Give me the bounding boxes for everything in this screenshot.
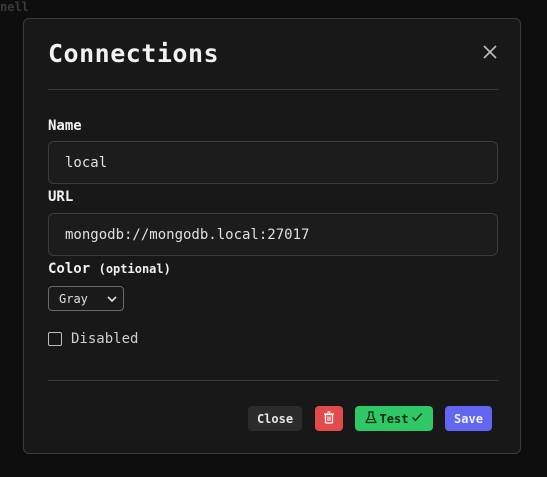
url-field[interactable] bbox=[48, 213, 498, 256]
footer-divider bbox=[48, 380, 498, 381]
name-label: Name bbox=[48, 118, 82, 134]
connections-dialog: Connections Name URL Color (optional) Gr… bbox=[23, 18, 521, 454]
check-icon bbox=[408, 411, 426, 426]
save-button[interactable]: Save bbox=[445, 406, 492, 431]
header-divider bbox=[48, 89, 498, 90]
chevron-down-icon bbox=[106, 293, 118, 305]
url-label: URL bbox=[48, 189, 74, 205]
background-label: nell bbox=[0, 0, 29, 14]
color-label: Color (optional) bbox=[48, 261, 171, 277]
disabled-label: Disabled bbox=[71, 331, 139, 347]
delete-button[interactable] bbox=[315, 406, 343, 431]
test-button[interactable]: Test bbox=[355, 406, 433, 431]
flask-icon bbox=[362, 410, 380, 427]
close-icon[interactable] bbox=[480, 42, 500, 62]
color-optional-text: (optional) bbox=[98, 262, 171, 276]
close-button[interactable]: Close bbox=[248, 406, 302, 431]
trash-icon bbox=[323, 410, 335, 427]
disabled-checkbox[interactable] bbox=[48, 332, 62, 346]
color-select-value: Gray bbox=[59, 291, 88, 306]
dialog-title: Connections bbox=[48, 39, 220, 68]
color-label-text: Color bbox=[48, 261, 91, 277]
name-field[interactable] bbox=[48, 141, 498, 184]
disabled-row: Disabled bbox=[48, 331, 138, 347]
color-select[interactable]: Gray bbox=[48, 286, 124, 311]
test-label: Test bbox=[379, 411, 409, 426]
